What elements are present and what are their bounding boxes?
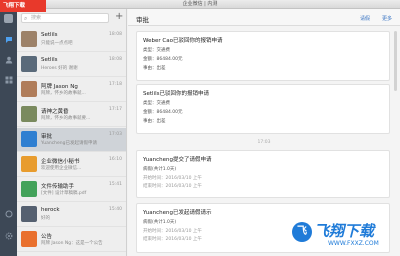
list-item[interactable]: 公告 阿牌 Jason Ng：这是一个公告 (17, 228, 126, 252)
announcement-icon (21, 231, 37, 247)
watermark-top: 飞翔下载 (0, 0, 46, 12)
conversation-name: 公告 (41, 234, 53, 240)
conversation-preview: 阿牌，怀乡的故事就... (41, 91, 86, 96)
watermark-url: WWW.FXXZ.COM (328, 240, 379, 247)
conversation-name: Setlils (41, 32, 58, 38)
card-line: 结束时间：2016/03/10 上午 (143, 184, 202, 189)
list-item[interactable]: Setlils Heroes 好的 谢谢 18:08 (17, 53, 126, 77)
list-item[interactable]: 请神之黄昏 阿牌，怀乡的故事就要... 17:17 (17, 103, 126, 127)
card-line: 开始时间：2016/03/10 上午 (143, 229, 202, 234)
card-line: 金额：86484.00元 (143, 57, 183, 62)
list-item[interactable]: 文件传输助手 [文件] 设计草稿稿.pdf 15:41 (17, 178, 126, 202)
conversation-name: 审批 (41, 134, 53, 140)
list-item[interactable]: 阿牌 Jason Ng 阿牌，怀乡的故事就... 17:18 (17, 78, 126, 102)
conversation-time: 17:18 (109, 82, 122, 87)
avatar[interactable] (4, 14, 13, 23)
watermark-logo: 飞 (292, 222, 312, 242)
card-line: 事由：出差 (143, 66, 166, 71)
conversation-name: 企业微信小秘书 (41, 159, 80, 165)
conversation-name: Setlils (41, 57, 58, 63)
avatar (21, 81, 37, 97)
contacts-icon[interactable] (4, 55, 13, 64)
approval-card[interactable]: Setlils已驳回你的报销申请 类型：交通费 金额：86484.00元 事由：… (136, 84, 390, 134)
conversation-time: 17:17 (109, 107, 122, 112)
card-title: Yuancheng已发起请假请示 (143, 210, 212, 216)
conversation-time: 18:08 (109, 32, 122, 37)
conversation-list: ⌕ 搜索 + Setlils 只能说一点点吧 18:08 Setlils Her… (17, 9, 127, 256)
chat-icon[interactable] (4, 35, 13, 44)
title-bar: 企业微信 | 内测 (0, 0, 400, 9)
conversation-time: 17:03 (109, 132, 122, 137)
card-line: 开始时间：2016/03/10 上午 (143, 176, 202, 181)
avatar (21, 56, 37, 72)
workbench-icon[interactable] (4, 75, 13, 84)
conversation-preview: 阿牌 Jason Ng：这是一个公告 (41, 241, 103, 246)
pane-header: 审批 请假 更多 (128, 9, 400, 26)
conversation-preview: 欢迎使用企业微信... (41, 166, 82, 171)
me-icon[interactable] (4, 209, 13, 218)
card-line: 金额：86484.00元 (143, 110, 183, 115)
conversation-time: 18:08 (109, 57, 122, 62)
conversation-time: 15:41 (109, 182, 122, 187)
conversation-preview: 只能说一点点吧 (41, 41, 73, 46)
card-line: 类型：交通费 (143, 101, 170, 106)
file-transfer-icon (21, 181, 37, 197)
list-item[interactable]: 企业微信小秘书 欢迎使用企业微信... 16:10 (17, 153, 126, 177)
conversation-preview: 好的 (41, 216, 50, 221)
app-window: 飞翔下载 企业微信 | 内测 ⌕ 搜索 + Setlils 只能说一点点吧 18… (0, 0, 400, 256)
nav-rail (0, 9, 17, 256)
avatar (21, 106, 37, 122)
page-title: 审批 (136, 16, 149, 24)
approval-card[interactable]: Weber Cao已驳回你的报销申请 类型：交通费 金额：86484.00元 事… (136, 31, 390, 81)
add-button[interactable]: + (115, 12, 123, 22)
avatar (21, 206, 37, 222)
assistant-icon (21, 156, 37, 172)
conversation-preview: 阿牌，怀乡的故事就要... (41, 116, 91, 121)
search-input[interactable]: ⌕ 搜索 (21, 13, 109, 23)
watermark-bottom: 飞 飞翔下载 WWW.FXXZ.COM (288, 214, 400, 256)
card-line: 病假(共计1.0天) (143, 167, 177, 172)
more-link[interactable]: 更多 (382, 15, 392, 22)
approval-card[interactable]: Yuancheng提交了请假申请 病假(共计1.0天) 开始时间：2016/03… (136, 150, 390, 198)
search-placeholder: 搜索 (31, 15, 42, 21)
conversation-time: 16:10 (109, 157, 122, 162)
avatar (21, 31, 37, 47)
apply-leave-link[interactable]: 请假 (360, 15, 370, 22)
card-line: 结束时间：2016/03/10 上午 (143, 237, 202, 242)
card-line: 事由：出差 (143, 119, 166, 124)
conversation-preview: Yuancheng已发起请假申请 (41, 141, 97, 146)
card-line: 病假(共计1.0天) (143, 220, 177, 225)
list-item[interactable]: Setlils 只能说一点点吧 18:08 (17, 28, 126, 52)
conversation-time: 15:40 (109, 207, 122, 212)
conversation-name: 文件传输助手 (41, 184, 75, 190)
list-item[interactable]: herock 好的 15:40 (17, 203, 126, 227)
card-line: 类型：交通费 (143, 48, 170, 53)
conversation-preview: Heroes 好的 谢谢 (41, 66, 78, 71)
card-title: Weber Cao已驳回你的报销申请 (143, 38, 223, 44)
card-title: Yuancheng提交了请假申请 (143, 157, 212, 163)
approval-icon (21, 131, 37, 147)
search-icon: ⌕ (24, 15, 28, 22)
list-item-selected[interactable]: 审批 Yuancheng已发起请假申请 17:03 (17, 128, 126, 152)
watermark-title: 飞翔下载 (314, 222, 375, 240)
conversation-name: 阿牌 Jason Ng (41, 84, 78, 90)
scrollbar[interactable] (394, 31, 397, 91)
conversation-preview: [文件] 设计草稿稿.pdf (41, 191, 87, 196)
conversation-name: herock (41, 207, 60, 213)
settings-icon[interactable] (4, 231, 13, 240)
window-title: 企业微信 | 内测 (182, 1, 218, 7)
conversation-name: 请神之黄昏 (41, 109, 69, 115)
card-title: Setlils已驳回你的报销申请 (143, 91, 209, 97)
time-divider: 17:03 (257, 140, 271, 145)
